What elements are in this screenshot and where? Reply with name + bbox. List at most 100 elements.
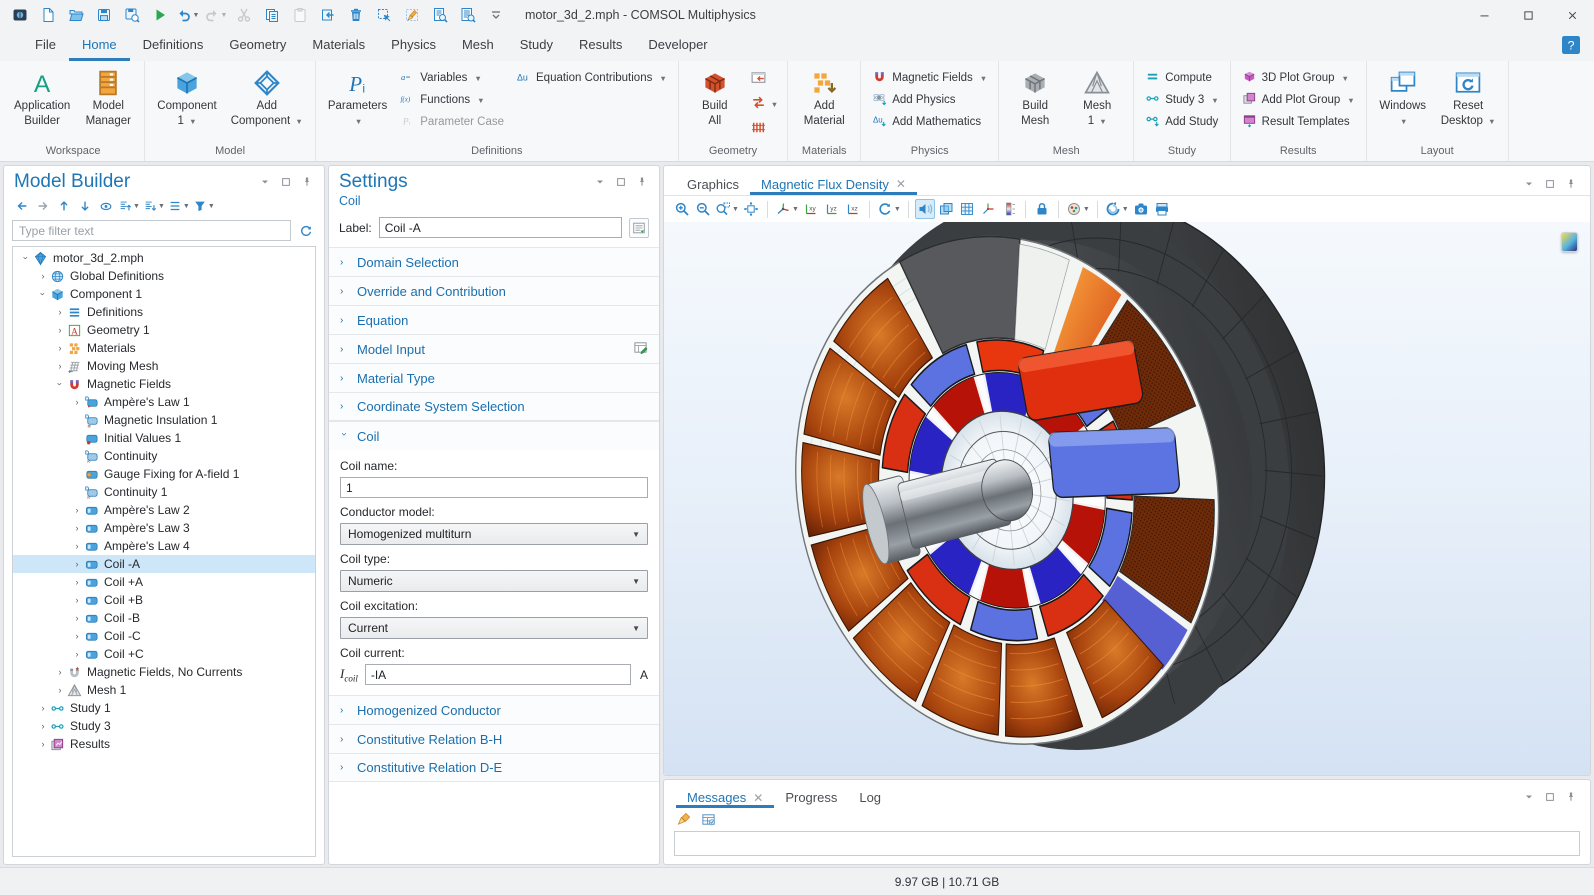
select-coil-type[interactable]: Numeric▼ bbox=[340, 570, 648, 592]
chevron-icon[interactable]: › bbox=[36, 739, 50, 749]
ribbon-model-manager[interactable]: ModelManager bbox=[79, 64, 137, 130]
messages-tab-log[interactable]: Log bbox=[848, 780, 892, 808]
move-down-button[interactable] bbox=[75, 196, 95, 216]
close-icon[interactable]: ✕ bbox=[896, 177, 906, 191]
run-button[interactable] bbox=[146, 3, 173, 27]
chevron-icon[interactable]: › bbox=[70, 577, 84, 587]
chevron-icon[interactable]: › bbox=[36, 271, 50, 281]
tree-item-continuity[interactable]: D∞Continuity bbox=[13, 447, 315, 465]
section-constitutive-relation-b-h[interactable]: ›Constitutive Relation B-H bbox=[329, 724, 659, 753]
ribbon-build-mesh[interactable]: BuildMesh bbox=[1006, 64, 1064, 130]
select-conductor-model[interactable]: Homogenized multiturn▼ bbox=[340, 523, 648, 545]
tree-item-gauge-fixing-for-a-field-1[interactable]: Gauge Fixing for A-field 1 bbox=[13, 465, 315, 483]
ribbon-parameter-case[interactable]: PiParameter Case bbox=[396, 112, 508, 132]
ribbon-geometry-fence-button[interactable] bbox=[748, 118, 780, 140]
expand-all-button[interactable]: ▼ bbox=[117, 196, 141, 216]
nav-back-button[interactable] bbox=[12, 196, 32, 216]
graphics-canvas[interactable] bbox=[664, 222, 1590, 775]
duplicate-button[interactable] bbox=[314, 3, 341, 27]
section-domain-selection[interactable]: ›Domain Selection bbox=[329, 247, 659, 276]
tree-item-amp-re-s-law-1[interactable]: ›DAmpère's Law 1 bbox=[13, 393, 315, 411]
pin-panel-button[interactable] bbox=[1564, 790, 1578, 804]
float-panel-button[interactable] bbox=[1543, 790, 1557, 804]
view-yz-button[interactable]: yz bbox=[822, 199, 842, 219]
menu-mesh[interactable]: Mesh bbox=[449, 30, 507, 61]
tree-item-amp-re-s-law-2[interactable]: ›Ampère's Law 2 bbox=[13, 501, 315, 519]
color-legend-button[interactable] bbox=[999, 199, 1019, 219]
show-button[interactable] bbox=[96, 196, 116, 216]
section-model-input[interactable]: ›Model Input bbox=[329, 334, 659, 363]
menu-home[interactable]: Home bbox=[69, 30, 130, 61]
tree-item-coil-c[interactable]: ›Coil -C bbox=[13, 627, 315, 645]
save-as-button[interactable] bbox=[118, 3, 145, 27]
select-coil-excitation[interactable]: Current▼ bbox=[340, 617, 648, 639]
paste-button[interactable] bbox=[286, 3, 313, 27]
float-panel-button[interactable] bbox=[614, 175, 628, 189]
ribbon-add-material[interactable]: AddMaterial bbox=[795, 64, 853, 130]
redo-button[interactable]: ▼ bbox=[202, 3, 229, 27]
view-xy-button[interactable]: xy bbox=[801, 199, 821, 219]
go-to-view-button[interactable]: ▼ bbox=[774, 199, 800, 219]
ribbon-add-mathematics[interactable]: ΔuAdd Mathematics bbox=[868, 112, 991, 132]
wireframe-button[interactable] bbox=[957, 199, 977, 219]
menu-developer[interactable]: Developer bbox=[635, 30, 720, 61]
tree-item-coil-b[interactable]: ›Coil +B bbox=[13, 591, 315, 609]
section-constitutive-relation-d-e[interactable]: ›Constitutive Relation D-E bbox=[329, 753, 659, 782]
ribbon-component-1[interactable]: Component1 ▼ bbox=[152, 64, 221, 130]
chevron-icon[interactable]: › bbox=[70, 631, 84, 641]
menu-materials[interactable]: Materials bbox=[299, 30, 378, 61]
field-coil-name[interactable] bbox=[340, 477, 648, 498]
chevron-icon[interactable]: › bbox=[53, 343, 67, 353]
tree-item-study-1[interactable]: ›Study 1 bbox=[13, 699, 315, 717]
cut-button[interactable] bbox=[230, 3, 257, 27]
tree-item-global-definitions[interactable]: ›Global Definitions bbox=[13, 267, 315, 285]
pin-panel-button[interactable] bbox=[300, 175, 314, 189]
tree-item-coil-b[interactable]: ›Coil -B bbox=[13, 609, 315, 627]
tree-item-motor-3d-2-mph[interactable]: ›motor_3d_2.mph bbox=[13, 249, 315, 267]
help-button[interactable]: ? bbox=[1562, 36, 1580, 54]
copy-button[interactable] bbox=[258, 3, 285, 27]
section-homogenized-conductor[interactable]: ›Homogenized Conductor bbox=[329, 695, 659, 724]
tree-item-results[interactable]: ›Results bbox=[13, 735, 315, 753]
transparency-button[interactable] bbox=[936, 199, 956, 219]
image-effects-button[interactable]: ▼ bbox=[1065, 199, 1091, 219]
menu-definitions[interactable]: Definitions bbox=[130, 30, 217, 61]
print-button[interactable] bbox=[1152, 199, 1172, 219]
caret-panel-button[interactable] bbox=[258, 175, 272, 189]
messages-tab-progress[interactable]: Progress bbox=[774, 780, 848, 808]
chevron-icon[interactable]: › bbox=[70, 397, 84, 407]
table-options-button[interactable] bbox=[698, 809, 718, 829]
ribbon-add-plot-group[interactable]: Add Plot Group▼ bbox=[1238, 90, 1359, 110]
chevron-icon[interactable]: › bbox=[70, 559, 84, 569]
chevron-icon[interactable]: › bbox=[21, 251, 31, 265]
field-coil-current[interactable] bbox=[365, 664, 631, 685]
chevron-icon[interactable]: › bbox=[70, 595, 84, 605]
new-file-button[interactable] bbox=[34, 3, 61, 27]
ribbon-add-physics[interactable]: Add Physics bbox=[868, 90, 991, 110]
ribbon-add-study[interactable]: Add Study bbox=[1141, 112, 1222, 132]
section-coordinate-system-selection[interactable]: ›Coordinate System Selection bbox=[329, 392, 659, 421]
model-input-edit-icon[interactable] bbox=[633, 340, 648, 358]
tree-item-coil-c[interactable]: ›Coil +C bbox=[13, 645, 315, 663]
ribbon-magnetic-fields[interactable]: Magnetic Fields▼ bbox=[868, 68, 991, 88]
ribbon-parameters[interactable]: PiParameters ▼ bbox=[323, 64, 392, 130]
ribbon-study-3[interactable]: Study 3▼ bbox=[1141, 90, 1222, 110]
filter-button[interactable]: ▼ bbox=[192, 196, 216, 216]
tree-item-magnetic-insulation-1[interactable]: DMagnetic Insulation 1 bbox=[13, 411, 315, 429]
find-in-model-button[interactable] bbox=[454, 3, 481, 27]
graphics-tab-graphics[interactable]: Graphics bbox=[676, 166, 750, 195]
float-panel-button[interactable] bbox=[1543, 177, 1557, 191]
chevron-icon[interactable]: › bbox=[53, 325, 67, 335]
find-button[interactable] bbox=[426, 3, 453, 27]
snapshot-button[interactable] bbox=[1131, 199, 1151, 219]
close-icon[interactable]: ✕ bbox=[753, 791, 763, 805]
tree-item-component-1[interactable]: ›Component 1 bbox=[13, 285, 315, 303]
menu-file[interactable]: File bbox=[22, 30, 69, 61]
chevron-icon[interactable]: › bbox=[36, 703, 50, 713]
ribbon-functions[interactable]: f(x)Functions▼ bbox=[396, 90, 508, 110]
delete-button[interactable] bbox=[342, 3, 369, 27]
tree-item-materials[interactable]: ›Materials bbox=[13, 339, 315, 357]
lock-button[interactable] bbox=[1032, 199, 1052, 219]
menu-geometry[interactable]: Geometry bbox=[216, 30, 299, 61]
zoom-extents-button[interactable] bbox=[741, 199, 761, 219]
